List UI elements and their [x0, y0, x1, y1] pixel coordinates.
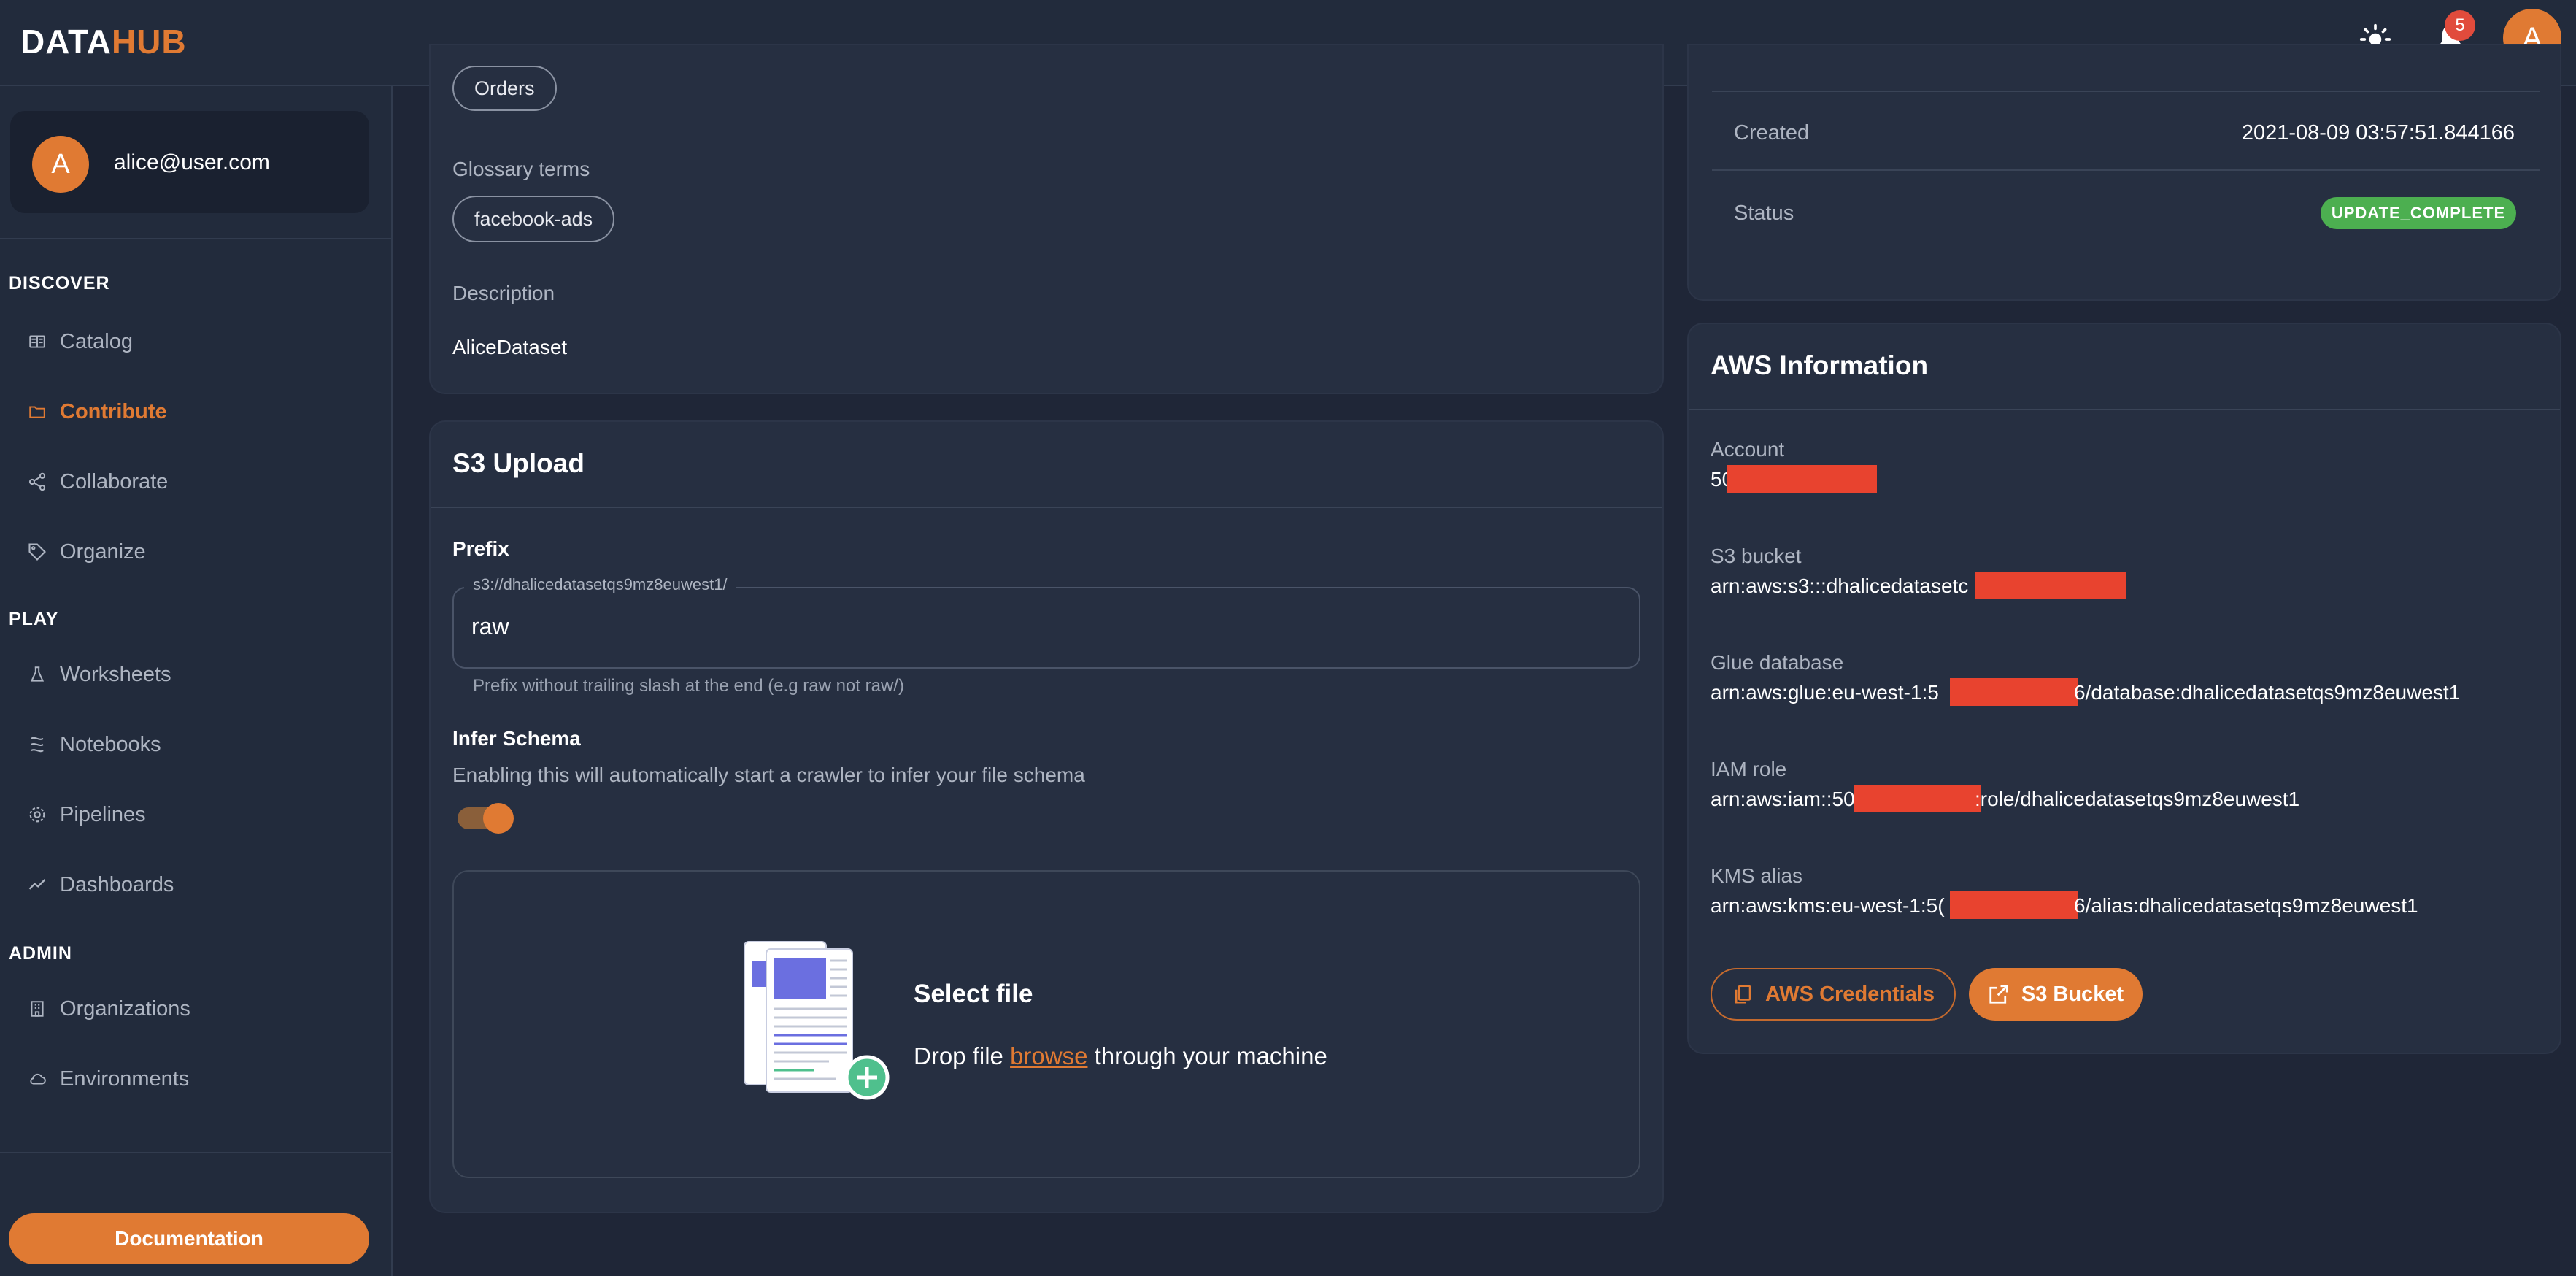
kms-alias-label: KMS alias	[1711, 864, 1803, 887]
logo-text-data: DATA	[20, 23, 112, 61]
redaction-box	[1854, 785, 1981, 812]
notebook-icon	[26, 734, 48, 756]
toggle-knob[interactable]	[483, 803, 514, 834]
infer-schema-description: Enabling this will automatically start a…	[452, 764, 1085, 786]
redaction-box	[1950, 678, 2078, 706]
status-badge: UPDATE_COMPLETE	[2321, 197, 2516, 229]
description-label: Description	[452, 282, 555, 304]
flask-icon	[26, 664, 48, 685]
glue-database-value-end: 6/database:dhalicedatasetqs9mz8euwest1	[2074, 681, 2461, 704]
card-divider	[1689, 409, 2560, 410]
sidebar-divider	[0, 238, 393, 239]
prefix-input[interactable]	[471, 613, 1610, 640]
section-admin: ADMIN	[9, 943, 72, 964]
sidebar-item-organizations[interactable]: Organizations	[26, 991, 190, 1026]
kms-alias-value-end: 6/alias:dhalicedatasetqs9mz8euwest1	[2074, 894, 2418, 917]
documentation-button[interactable]: Documentation	[9, 1213, 369, 1264]
s3-bucket-button[interactable]: S3 Bucket	[1969, 968, 2143, 1021]
file-dropzone[interactable]	[452, 870, 1640, 1178]
topic-chip[interactable]: Orders	[452, 66, 557, 111]
app-logo[interactable]: DATAHUB	[20, 22, 187, 61]
logo-text-hub: HUB	[111, 23, 187, 61]
infer-schema-label: Infer Schema	[452, 727, 581, 750]
redaction-box	[1727, 465, 1877, 493]
s3-bucket-value: arn:aws:s3:::dhalicedatasetc	[1711, 574, 1969, 597]
description-value: AliceDataset	[452, 336, 568, 358]
sidebar-item-label: Notebooks	[60, 732, 161, 756]
s3-bucket-label: S3 Bucket	[2021, 982, 2124, 1006]
sidebar-item-label: Dashboards	[60, 872, 174, 896]
created-label: Created	[1734, 121, 1810, 145]
sidebar-item-pipelines[interactable]: Pipelines	[26, 797, 146, 832]
tag-icon	[26, 541, 48, 563]
copy-icon	[1735, 985, 1751, 1004]
sidebar-item-label: Collaborate	[60, 469, 169, 493]
section-discover: DISCOVER	[9, 273, 110, 293]
sidebar-item-organize[interactable]: Organize	[26, 534, 146, 569]
trend-line-icon	[26, 874, 48, 896]
browse-link[interactable]: browse	[1010, 1042, 1087, 1069]
upload-files-icon	[744, 941, 890, 1100]
glossary-chip[interactable]: facebook-ads	[452, 196, 615, 242]
iam-role-value-end: :role/dhalicedatasetqs9mz8euwest1	[1975, 788, 2300, 810]
sidebar-divider	[0, 1152, 393, 1153]
sidebar-item-collaborate[interactable]: Collaborate	[26, 464, 168, 499]
created-value: 2021-08-09 03:57:51.844166	[2241, 121, 2515, 145]
sidebar-item-label: Pipelines	[60, 802, 146, 826]
dropzone-text-end: through your machine	[1087, 1042, 1327, 1069]
glossary-terms-label: Glossary terms	[452, 158, 590, 180]
prefix-legend: s3://dhalicedatasetqs9mz8euwest1/	[464, 575, 736, 594]
sidebar-item-label: Worksheets	[60, 662, 171, 686]
external-link-icon	[1989, 985, 2008, 1004]
status-label: Status	[1734, 201, 1794, 225]
sidebar-item-label: Environments	[60, 1066, 190, 1091]
building-icon	[26, 998, 48, 1020]
sidebar-item-label: Organizations	[60, 996, 190, 1021]
folder-icon	[26, 401, 48, 423]
kms-alias-value-start: arn:aws:kms:eu-west-1:5(	[1711, 894, 1945, 917]
share-icon	[26, 471, 48, 493]
account-label: Account	[1711, 438, 1785, 461]
stack-info-card	[1687, 44, 2561, 301]
cloud-icon	[26, 1068, 48, 1090]
iam-role-value-start: arn:aws:iam::50	[1711, 788, 1855, 810]
sidebar-item-environments[interactable]: Environments	[26, 1061, 189, 1096]
dropzone-text-start: Drop file	[914, 1042, 1011, 1069]
dropzone-title: Select file	[914, 980, 1033, 1008]
glue-database-value-start: arn:aws:glue:eu-west-1:5	[1711, 681, 1939, 704]
aws-information-title: AWS Information	[1711, 350, 1929, 380]
aws-credentials-label: AWS Credentials	[1765, 982, 1935, 1006]
row-divider	[1712, 91, 2540, 92]
iam-role-label: IAM role	[1711, 758, 1787, 780]
dropzone-text: Drop file browse through your machine	[914, 1042, 1327, 1070]
sidebar: A alice@user.com DISCOVER Catalog Contri…	[0, 86, 393, 1276]
row-divider	[1712, 169, 2540, 171]
sidebar-item-contribute[interactable]: Contribute	[26, 394, 167, 429]
avatar: A	[32, 136, 89, 193]
sidebar-item-worksheets[interactable]: Worksheets	[26, 657, 171, 692]
sidebar-item-dashboards[interactable]: Dashboards	[26, 867, 174, 902]
sidebar-item-notebooks[interactable]: Notebooks	[26, 727, 161, 762]
user-card[interactable]: A alice@user.com	[10, 111, 369, 213]
sidebar-item-label: Organize	[60, 539, 146, 564]
redaction-box	[1950, 891, 2078, 919]
prefix-helper-text: Prefix without trailing slash at the end…	[473, 676, 904, 696]
notification-count-badge: 5	[2445, 10, 2475, 41]
user-email: alice@user.com	[114, 150, 270, 174]
s3-upload-title: S3 Upload	[452, 448, 585, 478]
sidebar-item-catalog[interactable]: Catalog	[26, 324, 133, 359]
gear-icon	[26, 804, 48, 826]
glue-database-label: Glue database	[1711, 651, 1844, 674]
catalog-icon	[26, 331, 48, 353]
prefix-label: Prefix	[452, 537, 509, 560]
card-divider	[431, 507, 1662, 508]
section-play: PLAY	[9, 609, 59, 629]
redaction-box	[1975, 572, 2126, 599]
aws-credentials-button[interactable]: AWS Credentials	[1711, 968, 1956, 1021]
s3-bucket-label: S3 bucket	[1711, 545, 1802, 567]
sidebar-item-label: Catalog	[60, 329, 133, 353]
sidebar-item-label: Contribute	[60, 399, 167, 423]
